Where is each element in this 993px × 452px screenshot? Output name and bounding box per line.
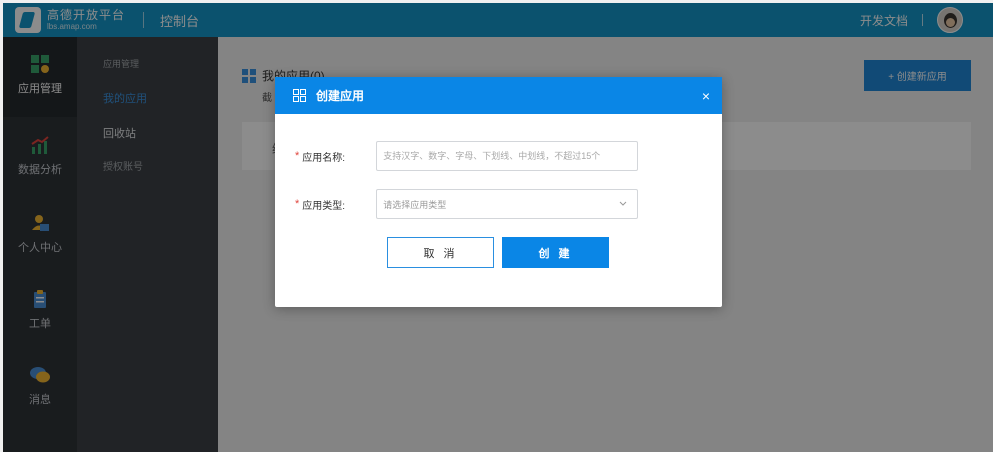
app-type-placeholder: 请选择应用类型 <box>383 199 447 210</box>
app-name-row: * 应用名称: <box>295 141 639 171</box>
required-marker: * <box>295 198 300 210</box>
app-grid-outline-icon <box>293 89 306 102</box>
required-marker: * <box>295 150 300 162</box>
dialog-title: 创建应用 <box>316 89 365 103</box>
cancel-button[interactable]: 取 消 <box>387 237 494 268</box>
chevron-down-icon <box>619 201 627 206</box>
create-app-dialog: 创建应用 × * 应用名称: * 应用类型: 请选择应用类型 取 消 创 建 <box>275 77 722 307</box>
app-type-select[interactable]: 请选择应用类型 <box>376 189 639 219</box>
create-button[interactable]: 创 建 <box>502 237 609 268</box>
close-icon[interactable]: × <box>702 88 710 104</box>
app-type-label: 应用类型: <box>302 200 346 212</box>
dialog-header: 创建应用 × <box>275 77 722 114</box>
app-name-input[interactable] <box>376 141 639 171</box>
app-type-row: * 应用类型: 请选择应用类型 <box>295 189 639 219</box>
app-name-label: 应用名称: <box>302 152 346 164</box>
